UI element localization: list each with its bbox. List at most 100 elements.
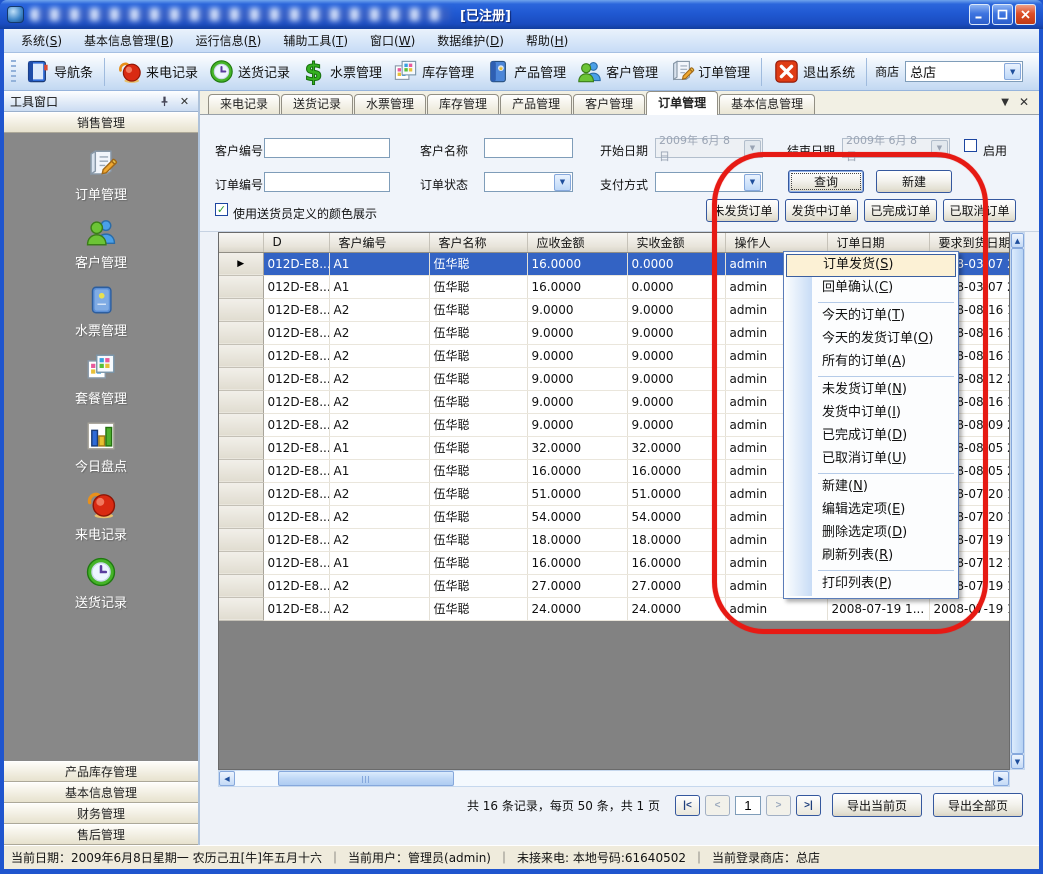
- pin-icon[interactable]: [157, 94, 172, 109]
- row-selector-cell[interactable]: [219, 321, 263, 344]
- sidebar-group-3[interactable]: 财务管理: [4, 803, 198, 824]
- row-selector-cell[interactable]: [219, 574, 263, 597]
- sidebar-item-1[interactable]: 订单管理: [75, 147, 127, 203]
- menubar-item-5[interactable]: 窗口(W): [359, 29, 426, 52]
- tab-1[interactable]: 来电记录: [208, 94, 280, 114]
- context-menu-item-14[interactable]: 编辑选定项(E): [786, 499, 956, 522]
- row-selector-cell[interactable]: [219, 298, 263, 321]
- customer-name-input[interactable]: [484, 138, 573, 158]
- order-status-filter-button-3[interactable]: 已完成订单: [864, 199, 937, 222]
- toolbar-button-6[interactable]: 库存管理: [387, 56, 479, 87]
- context-menu-item-8[interactable]: 未发货订单(N): [786, 379, 956, 402]
- sidebar-item-7[interactable]: 送货记录: [75, 555, 127, 611]
- tab-4[interactable]: 库存管理: [427, 94, 499, 114]
- tab-6[interactable]: 客户管理: [573, 94, 645, 114]
- column-header-8[interactable]: 要求到货日期: [929, 233, 1010, 252]
- shop-combobox[interactable]: 总店 ▼: [905, 61, 1023, 82]
- toolbar-button-1[interactable]: 导航条: [19, 56, 98, 87]
- horizontal-scrollbar[interactable]: ◀ ▶: [218, 770, 1010, 787]
- column-header-1[interactable]: D: [263, 233, 329, 252]
- order-status-filter-button-1[interactable]: 未发货订单: [706, 199, 779, 222]
- last-page-button[interactable]: >|: [796, 795, 821, 816]
- menubar-item-3[interactable]: 运行信息(R): [185, 29, 273, 52]
- toolbar-button-7[interactable]: 产品管理: [479, 56, 571, 87]
- column-header-5[interactable]: 实收金额: [627, 233, 725, 252]
- column-header-selector[interactable]: [219, 233, 263, 252]
- menubar-item-6[interactable]: 数据维护(D): [426, 29, 515, 52]
- tab-7[interactable]: 订单管理: [646, 91, 718, 115]
- context-menu-item-9[interactable]: 发货中订单(I): [786, 402, 956, 425]
- context-menu-item-1[interactable]: 订单发货(S): [786, 254, 956, 277]
- chevron-down-icon[interactable]: ▼: [554, 174, 571, 191]
- tool-window-close-icon[interactable]: ✕: [177, 94, 192, 109]
- sidebar-group-4[interactable]: 售后管理: [4, 824, 198, 845]
- context-menu-item-16[interactable]: 刷新列表(R): [786, 545, 956, 568]
- tab-close-icon[interactable]: ✕: [1019, 95, 1029, 109]
- column-header-6[interactable]: 操作人: [725, 233, 827, 252]
- page-number-input[interactable]: [735, 796, 761, 815]
- toolbar-button-9[interactable]: 订单管理: [663, 56, 755, 87]
- menubar-item-7[interactable]: 帮助(H): [515, 29, 579, 52]
- first-page-button[interactable]: |<: [675, 795, 700, 816]
- pay-method-combobox[interactable]: ▼: [655, 172, 763, 192]
- row-selector-cell[interactable]: [219, 275, 263, 298]
- sidebar-item-5[interactable]: 今日盘点: [75, 419, 127, 475]
- column-header-7[interactable]: 订单日期: [827, 233, 929, 252]
- context-menu-item-13[interactable]: 新建(N): [786, 476, 956, 499]
- context-menu-item-18[interactable]: 打印列表(P): [786, 573, 956, 596]
- sidebar-item-4[interactable]: 套餐管理: [75, 351, 127, 407]
- row-selector-cell[interactable]: [219, 459, 263, 482]
- row-selector-cell[interactable]: [219, 528, 263, 551]
- menubar-item-4[interactable]: 辅助工具(T): [272, 29, 359, 52]
- row-selector-cell[interactable]: [219, 367, 263, 390]
- row-selector-cell[interactable]: [219, 344, 263, 367]
- column-header-4[interactable]: 应收金额: [527, 233, 627, 252]
- vertical-scroll-thumb[interactable]: [1011, 248, 1024, 754]
- column-header-3[interactable]: 客户名称: [429, 233, 527, 252]
- menubar-item-2[interactable]: 基本信息管理(B): [73, 29, 185, 52]
- context-menu-item-15[interactable]: 删除选定项(D): [786, 522, 956, 545]
- sidebar-item-6[interactable]: 来电记录: [75, 487, 127, 543]
- maximize-button[interactable]: [992, 4, 1013, 25]
- next-page-button[interactable]: >: [766, 795, 791, 816]
- menubar-item-1[interactable]: 系统(S): [10, 29, 73, 52]
- tab-scroll-chevron-down-icon[interactable]: ▼: [1001, 97, 1009, 108]
- order-status-filter-button-2[interactable]: 发货中订单: [785, 199, 858, 222]
- vertical-scrollbar[interactable]: ▲ ▼: [1010, 232, 1025, 770]
- context-menu-item-5[interactable]: 今天的发货订单(O): [786, 328, 956, 351]
- context-menu-item-10[interactable]: 已完成订单(D): [786, 425, 956, 448]
- toolbar-button-4[interactable]: 送货记录: [203, 56, 295, 87]
- scroll-left-icon[interactable]: ◀: [219, 771, 235, 786]
- toolbar-button-11[interactable]: 退出系统: [768, 56, 860, 87]
- column-header-2[interactable]: 客户编号: [329, 233, 429, 252]
- sidebar-group-1[interactable]: 产品库存管理: [4, 761, 198, 782]
- chevron-down-icon[interactable]: ▼: [744, 174, 761, 191]
- order-status-filter-button-4[interactable]: 已取消订单: [943, 199, 1016, 222]
- context-menu-item-2[interactable]: 回单确认(C): [786, 277, 956, 300]
- row-selector-cell[interactable]: [219, 390, 263, 413]
- toolbar-button-5[interactable]: $水票管理: [295, 56, 387, 87]
- query-button[interactable]: 查询: [788, 170, 864, 193]
- chevron-down-icon[interactable]: ▼: [1004, 63, 1021, 80]
- tab-5[interactable]: 产品管理: [500, 94, 572, 114]
- scroll-up-icon[interactable]: ▲: [1011, 233, 1024, 248]
- toolbar-grip[interactable]: [11, 60, 16, 84]
- close-button[interactable]: [1015, 4, 1036, 25]
- tab-3[interactable]: 水票管理: [354, 94, 426, 114]
- prev-page-button[interactable]: <: [705, 795, 730, 816]
- horizontal-scroll-thumb[interactable]: [278, 771, 454, 786]
- row-selector-cell[interactable]: [219, 597, 263, 620]
- scroll-right-icon[interactable]: ▶: [993, 771, 1009, 786]
- toolbar-button-8[interactable]: 客户管理: [571, 56, 663, 87]
- scroll-down-icon[interactable]: ▼: [1011, 754, 1024, 769]
- sidebar-group-2[interactable]: 基本信息管理: [4, 782, 198, 803]
- enable-checkbox[interactable]: [964, 139, 977, 152]
- order-code-input[interactable]: [264, 172, 390, 192]
- table-row[interactable]: 012D-E8...A2伍华聪24.000024.0000admin2008-0…: [219, 597, 1010, 620]
- sidebar-group-sales[interactable]: 销售管理: [4, 112, 198, 133]
- row-selector-cell[interactable]: [219, 436, 263, 459]
- order-status-combobox[interactable]: ▼: [484, 172, 573, 192]
- minimize-button[interactable]: [969, 4, 990, 25]
- export-current-page-button[interactable]: 导出当前页: [832, 793, 922, 817]
- row-selector-cell[interactable]: [219, 482, 263, 505]
